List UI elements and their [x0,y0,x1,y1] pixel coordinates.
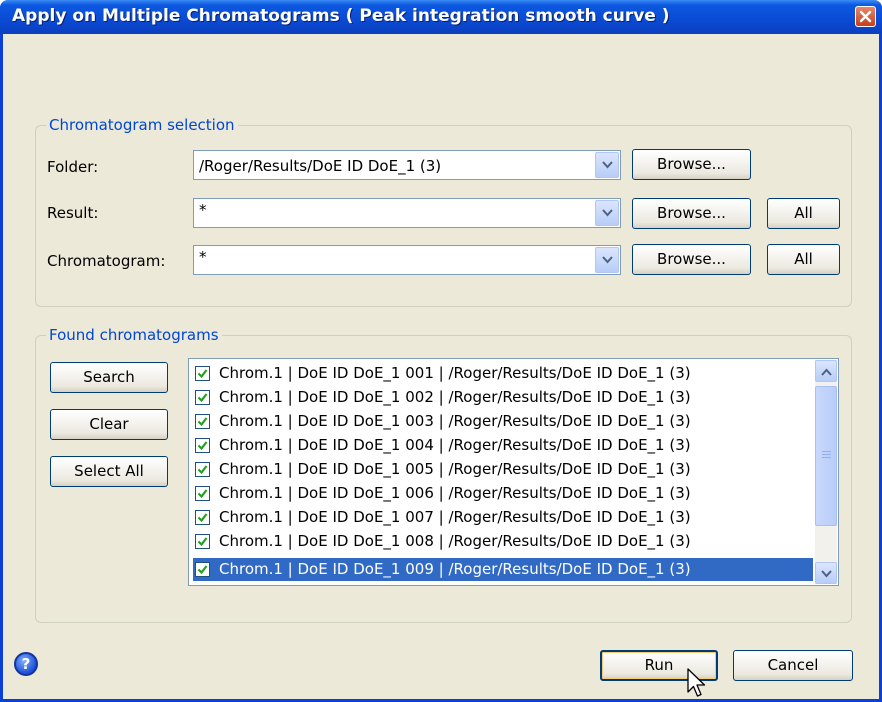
item-label: Chrom.1 | DoE ID DoE_1 005 | /Roger/Resu… [219,460,691,478]
clear-label: Clear [89,415,129,433]
chromatogram-all-label: All [794,250,813,268]
select-all-button[interactable]: Select All [50,456,168,487]
result-value: * [199,201,207,219]
item-label: Chrom.1 | DoE ID DoE_1 001 | /Roger/Resu… [219,364,691,382]
list-item[interactable]: Chrom.1 | DoE ID DoE_1 007 | /Roger/Resu… [193,506,813,529]
item-checkbox[interactable] [195,390,210,405]
chevron-down-icon [602,209,613,217]
chromatogram-label: Chromatogram: [47,252,166,270]
folder-browse-button[interactable]: Browse... [632,149,751,180]
run-label: Run [644,656,674,674]
scroll-down-button[interactable] [815,562,837,584]
list-item[interactable]: Chrom.1 | DoE ID DoE_1 001 | /Roger/Resu… [193,362,813,385]
close-icon [859,10,872,23]
chromatogram-dropdown-button[interactable] [595,247,619,273]
chromatogram-browse-label: Browse... [657,250,726,268]
clear-button[interactable]: Clear [50,409,168,440]
result-browse-label: Browse... [657,204,726,222]
checkmark-icon [197,489,208,499]
title-bar[interactable]: Apply on Multiple Chromatograms ( Peak i… [0,0,882,34]
folder-label: Folder: [47,158,99,176]
list-item[interactable]: Chrom.1 | DoE ID DoE_1 006 | /Roger/Resu… [193,482,813,505]
scroll-up-button[interactable] [815,360,837,382]
checkmark-icon [197,537,208,547]
chevron-up-icon [821,368,832,376]
cancel-button[interactable]: Cancel [733,650,853,681]
item-checkbox[interactable] [195,462,210,477]
chevron-down-icon [821,570,832,578]
chromatogram-list[interactable]: Chrom.1 | DoE ID DoE_1 001 | /Roger/Resu… [188,358,839,586]
item-checkbox[interactable] [195,486,210,501]
result-combobox[interactable]: * [193,198,621,228]
list-item[interactable]: Chrom.1 | DoE ID DoE_1 004 | /Roger/Resu… [193,434,813,457]
chromatogram-combobox[interactable]: * [193,245,621,275]
cancel-label: Cancel [767,656,819,674]
result-all-label: All [794,204,813,222]
folder-dropdown-button[interactable] [595,152,619,178]
thumb-grip [822,451,831,452]
result-label: Result: [47,204,99,222]
list-scrollbar[interactable] [815,360,837,584]
item-label: Chrom.1 | DoE ID DoE_1 006 | /Roger/Resu… [219,484,691,502]
help-icon[interactable]: ? [14,652,38,676]
checkmark-icon [197,393,208,403]
window-title: Apply on Multiple Chromatograms ( Peak i… [12,6,670,26]
thumb-grip [822,454,831,455]
chevron-down-icon [602,161,613,169]
item-checkbox[interactable] [195,562,210,577]
checkmark-icon [197,513,208,523]
checkmark-icon [197,441,208,451]
close-button[interactable] [855,6,876,27]
item-checkbox[interactable] [195,534,210,549]
item-checkbox[interactable] [195,510,210,525]
found-chromatograms-label: Found chromatograms [46,326,222,344]
list-item[interactable]: Chrom.1 | DoE ID DoE_1 005 | /Roger/Resu… [193,458,813,481]
item-label: Chrom.1 | DoE ID DoE_1 003 | /Roger/Resu… [219,412,691,430]
list-item[interactable]: Chrom.1 | DoE ID DoE_1 003 | /Roger/Resu… [193,410,813,433]
thumb-grip [822,457,831,458]
chromatogram-value: * [199,248,207,266]
result-browse-button[interactable]: Browse... [632,198,751,229]
chromatogram-browse-button[interactable]: Browse... [632,244,751,275]
chromatogram-selection-label: Chromatogram selection [46,116,238,134]
help-glyph: ? [21,655,31,673]
checkmark-icon [197,565,208,575]
search-label: Search [83,368,135,386]
item-label: Chrom.1 | DoE ID DoE_1 008 | /Roger/Resu… [219,532,691,550]
checkmark-icon [197,369,208,379]
chromatogram-all-button[interactable]: All [767,244,840,275]
search-button[interactable]: Search [50,362,168,393]
select-all-label: Select All [74,462,144,480]
item-checkbox[interactable] [195,366,210,381]
item-label: Chrom.1 | DoE ID DoE_1 002 | /Roger/Resu… [219,388,691,406]
mouse-pointer-icon [687,668,706,697]
item-checkbox[interactable] [195,438,210,453]
list-item[interactable]: Chrom.1 | DoE ID DoE_1 008 | /Roger/Resu… [193,530,813,553]
item-label: Chrom.1 | DoE ID DoE_1 009 | /Roger/Resu… [219,560,691,578]
checkmark-icon [197,465,208,475]
chevron-down-icon [602,256,613,264]
list-item-selected[interactable]: Chrom.1 | DoE ID DoE_1 009 | /Roger/Resu… [193,558,813,581]
item-checkbox[interactable] [195,414,210,429]
item-label: Chrom.1 | DoE ID DoE_1 004 | /Roger/Resu… [219,436,691,454]
list-item[interactable]: Chrom.1 | DoE ID DoE_1 002 | /Roger/Resu… [193,386,813,409]
checkmark-icon [197,417,208,427]
folder-browse-label: Browse... [657,155,726,173]
result-dropdown-button[interactable] [595,200,619,226]
scroll-thumb[interactable] [815,386,837,526]
result-all-button[interactable]: All [767,198,840,229]
folder-value: /Roger/Results/DoE ID DoE_1 (3) [199,157,442,175]
item-label: Chrom.1 | DoE ID DoE_1 007 | /Roger/Resu… [219,508,691,526]
folder-combobox[interactable]: /Roger/Results/DoE ID DoE_1 (3) [193,150,621,180]
